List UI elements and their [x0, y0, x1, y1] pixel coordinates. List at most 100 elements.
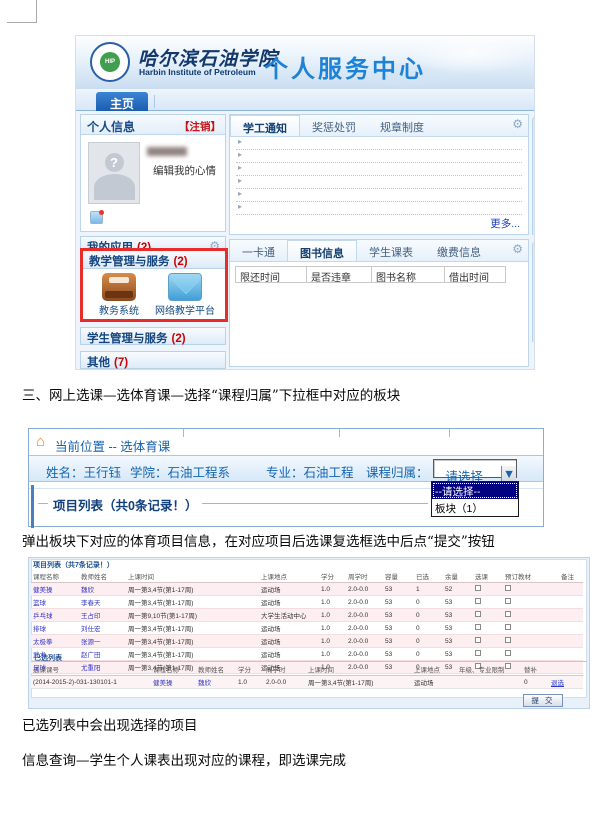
notice-panel: 学工通知 奖惩处罚 规章制度 ⚙ ▸ ▸ ▸ ▸ ▸ ▸ 更多... — [229, 114, 529, 235]
bullet-icon: ▸ — [238, 163, 242, 172]
gear-icon[interactable]: ⚙ — [512, 242, 523, 256]
table-row: (2014-2015-2)-031-130101-1健美操魏欣1.02.0-0.… — [31, 676, 583, 689]
column-header: 周学时 — [264, 663, 306, 676]
logout-link[interactable]: 【注销】 — [179, 119, 221, 134]
selected-table: 选课课号课程名称教师姓名学分周学时上课时间上课地点年级、专业限制替补 (2014… — [31, 663, 583, 689]
notice-row[interactable]: ▸ — [236, 176, 522, 189]
project-table-screenshot: 项目列表（共7条记录！） 课程名称教师姓名上课时间上课地点学分周学时容量已选余量… — [28, 557, 590, 709]
jwxt-app-icon[interactable] — [102, 273, 136, 301]
column-header: 备注 — [559, 570, 583, 583]
tab-notices[interactable]: 学工通知 — [230, 115, 300, 136]
column-header: 周学时 — [346, 570, 383, 583]
tab-separator — [154, 95, 155, 108]
notice-row[interactable]: ▸ — [236, 163, 522, 176]
project-list-title-empty: 项目列表（共0条记录！） — [48, 495, 202, 514]
section-student[interactable]: 学生管理与服务(2) — [80, 327, 226, 345]
column-header: 课程名称 — [151, 663, 196, 676]
checkbox[interactable] — [505, 611, 511, 617]
submit-button[interactable]: 提 交 — [523, 694, 563, 707]
table-row: 太极拳张源一周一第3,4节(第1-17周)运动场1.02.0-0.053053 — [31, 635, 583, 648]
section-teaching[interactable]: 教学管理与服务(2) — [83, 251, 225, 269]
dropdown-option-block1[interactable]: 板块（1） — [432, 499, 518, 516]
app-jwxt[interactable]: 教务系统 — [89, 273, 149, 317]
column-header: 上课地点 — [259, 570, 319, 583]
app-wljx[interactable]: 网络教学平台 — [155, 273, 215, 317]
column-header: 余量 — [443, 570, 473, 583]
column-header — [549, 663, 583, 676]
checkbox[interactable] — [475, 585, 481, 591]
bullet-icon: ▸ — [238, 150, 242, 159]
notice-row[interactable]: ▸ — [236, 189, 522, 202]
teaching-section-highlight-box: 教学管理与服务(2) 教务系统 网络教学平台 — [80, 248, 228, 322]
student-info-bar: 姓名：王行钰 学院：石油工程系 专业：石油工程 课程归属： --请选择-- ▼ — [29, 455, 543, 482]
notice-row[interactable]: ▸ — [236, 150, 522, 163]
table-row: 健美操魏欣周一第3,4节(第1-17周)运动场1.02.0-0.053152 — [31, 583, 583, 596]
tab-onecard[interactable]: 一卡通 — [230, 240, 287, 261]
cropped-panel-edge — [532, 242, 535, 342]
tab-rewards[interactable]: 奖惩处罚 — [300, 115, 368, 136]
tab-home[interactable]: 主页 — [96, 92, 148, 111]
caption-popup: 弹出板块下对应的体育项目信息，在对应项目后选课复选框选中后点“提交”按钮 — [22, 530, 588, 550]
tab-payment[interactable]: 缴费信息 — [425, 240, 493, 261]
book-table-header: 限还时间是否违章图书名称借出时间 — [235, 266, 505, 283]
portal-screenshot: HIP 哈尔滨石油学院 Harbin Institute of Petroleu… — [75, 35, 535, 370]
column-header: 限还时间 — [235, 266, 307, 283]
edit-mood-link[interactable]: 编辑我的心情 — [153, 163, 216, 178]
wljx-app-icon[interactable] — [168, 273, 202, 301]
course-belong-select[interactable]: --请选择-- ▼ — [433, 459, 517, 478]
profile-panel: 个人信息 【注销】 ? 编辑我的心情 — [80, 114, 226, 232]
column-header: 学分 — [319, 570, 346, 583]
tab-schedule[interactable]: 学生课表 — [357, 240, 425, 261]
caption-step3: 三、网上选课—选体育课—选择“课程归属”下拉框中对应的板块 — [22, 384, 588, 404]
panel-edge — [31, 485, 34, 528]
column-header: 图书名称 — [371, 266, 445, 283]
column-header: 学分 — [236, 663, 264, 676]
checkbox[interactable] — [475, 598, 481, 604]
column-header: 上课地点 — [412, 663, 457, 676]
portal-body: 个人信息 【注销】 ? 编辑我的心情 我的应用(2) ⚙ 教学管理与服务(2) — [76, 111, 535, 370]
column-header: 课程名称 — [31, 570, 79, 583]
tab-books[interactable]: 图书信息 — [287, 240, 357, 261]
course-belong-label: 课程归属： — [366, 462, 429, 481]
column-header: 上课时间 — [126, 570, 259, 583]
more-link[interactable]: 更多... — [490, 216, 520, 231]
checkbox[interactable] — [475, 624, 481, 630]
column-header: 预订教材 — [503, 570, 559, 583]
notice-tabs: 学工通知 奖惩处罚 规章制度 ⚙ — [230, 115, 528, 137]
caption-selected: 已选列表中会出现选择的项目 — [22, 714, 588, 734]
avatar: ? — [88, 142, 140, 204]
column-header: 教师姓名 — [196, 663, 236, 676]
dropdown-option-please-select[interactable]: --请选择-- — [432, 482, 518, 499]
portal-header: HIP 哈尔滨石油学院 Harbin Institute of Petroleu… — [76, 36, 535, 89]
checkbox[interactable] — [505, 624, 511, 630]
column-header: 替补 — [522, 663, 549, 676]
gear-icon[interactable]: ⚙ — [512, 117, 523, 131]
table-header-row: 课程名称教师姓名上课时间上课地点学分周学时容量已选余量选课预订教材备注 — [31, 570, 583, 583]
column-header: 选课课号 — [31, 663, 151, 676]
user-name-redacted — [147, 147, 187, 156]
tab-rules[interactable]: 规章制度 — [368, 115, 436, 136]
table-header-row: 选课课号课程名称教师姓名学分周学时上课时间上课地点年级、专业限制替补 — [31, 663, 583, 676]
column-header: 容量 — [383, 570, 414, 583]
notice-row[interactable]: ▸ — [236, 202, 522, 215]
notice-row[interactable]: ▸ — [236, 137, 522, 150]
checkbox[interactable] — [505, 585, 511, 591]
cropped-panel-edge — [532, 117, 535, 235]
school-name-en: Harbin Institute of Petroleum — [139, 67, 256, 77]
portal-tabbar: 主页 — [76, 89, 535, 111]
column-header: 已选 — [414, 570, 443, 583]
bullet-icon: ▸ — [238, 176, 242, 185]
checkbox[interactable] — [505, 637, 511, 643]
checkbox[interactable] — [505, 598, 511, 604]
section-other[interactable]: 其他(7) — [80, 351, 226, 369]
document-page: { "captions": { "step3": "三、网上选课—选体育课—选择… — [0, 0, 605, 827]
profile-panel-header: 个人信息 【注销】 — [81, 115, 225, 135]
mood-status-icon[interactable] — [90, 211, 103, 224]
withdraw-link[interactable]: 退选 — [551, 680, 564, 687]
column-header: 上课时间 — [306, 663, 412, 676]
checkbox[interactable] — [475, 637, 481, 643]
profile-title: 个人信息 — [87, 120, 135, 134]
caption-done: 信息查询—学生个人课表出现对应的课程，即选课完成 — [22, 749, 588, 769]
bullet-icon: ▸ — [238, 202, 242, 211]
checkbox[interactable] — [475, 611, 481, 617]
